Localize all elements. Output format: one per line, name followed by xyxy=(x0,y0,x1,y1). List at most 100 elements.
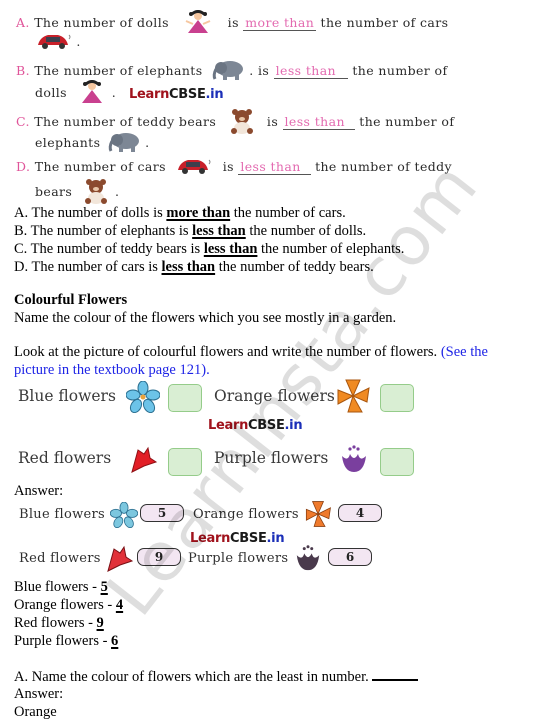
answer-post: the number of elephants. xyxy=(257,241,405,257)
red-count-box[interactable] xyxy=(168,448,202,476)
question-letter: B. xyxy=(16,63,30,78)
count-label: Orange flowers - xyxy=(14,597,116,613)
least-question-text: A. Name the colour of flowers which are … xyxy=(14,669,369,685)
flower-count-item: Blue flowers - 5 xyxy=(14,578,108,596)
answer-highlight: less than xyxy=(192,223,246,239)
logo-part-learn: Learn xyxy=(190,531,231,546)
flower-label-red: Red flowers xyxy=(18,449,112,467)
question-text: The number of cars xyxy=(34,159,166,174)
purple-flower-icon xyxy=(338,444,370,479)
answer-fill: less than xyxy=(282,115,355,130)
count-value: 4 xyxy=(115,597,124,613)
question-text: The number of teddy bears xyxy=(34,114,217,129)
answer-post: the number of teddy bears. xyxy=(215,259,374,275)
question-letter: A. xyxy=(16,15,30,30)
question-line2: dolls xyxy=(35,85,67,100)
car-icon xyxy=(36,32,72,53)
logo-part-cbse: CBSE xyxy=(169,87,206,102)
question-text: The number of dolls xyxy=(34,15,169,30)
count-value: 9 xyxy=(96,615,104,631)
elephant-icon xyxy=(211,59,245,84)
answer-highlight: less than xyxy=(161,259,216,275)
orange-count-box[interactable] xyxy=(380,384,414,412)
red-flower-icon xyxy=(104,543,134,578)
answer-blank xyxy=(372,667,419,681)
question-text-post: the number of teddy xyxy=(315,159,453,174)
textbook-reference: (See the xyxy=(440,344,488,360)
flower-answer-label-orange: Orange flowers xyxy=(193,507,299,522)
question-line2: elephants xyxy=(35,135,101,150)
answer-label: Answer: xyxy=(14,483,64,499)
comparison-answer: C. The number of teddy bears is less tha… xyxy=(14,240,404,258)
least-question: A. Name the colour of flowers which are … xyxy=(14,667,419,686)
blue-count-answer: 5 xyxy=(140,504,184,522)
least-answer-label: Answer: xyxy=(14,686,64,702)
question-letter: C. xyxy=(16,114,30,129)
question-text: The number of elephants xyxy=(34,63,203,78)
blue-flower-icon xyxy=(125,380,161,418)
answer-fill: more than xyxy=(243,15,317,31)
comparison-answer: B. The number of elephants is less than … xyxy=(14,222,366,240)
question-is: is xyxy=(266,114,279,129)
logo-part-cbse: CBSE xyxy=(230,531,267,546)
question-is: is xyxy=(222,159,234,174)
doll-icon xyxy=(183,10,213,37)
count-value: 5 xyxy=(100,579,108,595)
elephant-icon xyxy=(107,131,141,156)
flower-count-item: Orange flowers - 4 xyxy=(14,596,123,614)
count-label: Purple flowers - xyxy=(14,633,112,649)
doll-icon xyxy=(77,80,107,107)
flower-answer-label-purple: Purple flowers xyxy=(188,551,289,566)
section-prompt: Name the colour of the flowers which you… xyxy=(14,310,397,326)
question-tail: . xyxy=(111,85,117,100)
answer-pre: A. The number of dolls is xyxy=(14,205,167,221)
question-tail: . xyxy=(145,135,150,150)
answer-pre: D. The number of cars is xyxy=(14,259,162,275)
question-text-post: the number of xyxy=(359,114,455,129)
teddy-bear-icon xyxy=(81,178,111,207)
teddy-bear-icon xyxy=(227,108,257,137)
comparison-answer: D. The number of cars is less than the n… xyxy=(14,258,374,276)
blue-flower-icon xyxy=(109,501,139,533)
logo-part-in: .in xyxy=(205,87,224,102)
flower-label-purple: Purple flowers xyxy=(214,449,329,467)
question-is: is xyxy=(227,15,239,30)
orange-flower-icon xyxy=(303,500,333,533)
red-count-answer: 9 xyxy=(137,548,181,566)
logo-part-learn: Learn xyxy=(208,418,249,433)
answer-fill: less than xyxy=(238,160,311,175)
logo-part-in: .in xyxy=(266,531,285,546)
question-tail: . xyxy=(115,184,120,199)
answer-post: the number of cars. xyxy=(230,205,346,221)
flower-answer-label-blue: Blue flowers xyxy=(19,507,106,522)
question-text-post: the number of cars xyxy=(320,15,449,30)
question-a-line1: A. The number of dolls is more than the … xyxy=(16,10,448,37)
textbook-reference-line2: picture in the textbook page 121). xyxy=(14,362,210,378)
question-text-post: the number of xyxy=(352,63,448,78)
answer-highlight: more than xyxy=(166,205,231,221)
question-letter: D. xyxy=(16,159,31,174)
question-line2: bears xyxy=(35,184,73,199)
question-c-line2: elephants . xyxy=(35,131,150,156)
answer-highlight: less than xyxy=(203,241,258,257)
flower-count-item: Red flowers - 9 xyxy=(14,614,104,632)
logo-part-learn: Learn xyxy=(129,87,170,102)
section-heading: Colourful Flowers xyxy=(14,292,128,308)
orange-count-answer: 4 xyxy=(338,504,382,522)
section-instruction: Look at the picture of colourful flowers… xyxy=(14,343,488,361)
blue-count-box[interactable] xyxy=(168,384,202,412)
purple-count-box[interactable] xyxy=(380,448,414,476)
question-b-line2: dolls . xyxy=(35,80,116,107)
count-value: 6 xyxy=(111,633,119,649)
logo-part-cbse: CBSE xyxy=(248,418,285,433)
question-a-line2: . xyxy=(36,32,81,53)
flower-answer-label-red: Red flowers xyxy=(19,551,101,566)
flower-label-orange: Orange flowers xyxy=(214,387,335,405)
question-is: . is xyxy=(249,63,270,78)
textbook-comparison-image: A. The number of dolls is more than the … xyxy=(0,0,541,204)
flower-label-blue: Blue flowers xyxy=(18,387,116,405)
least-answer: Orange xyxy=(14,704,57,720)
purple-count-answer: 6 xyxy=(328,548,372,566)
orange-flower-icon xyxy=(336,378,370,419)
learncbse-logo: LearnCBSE.in xyxy=(129,87,224,102)
